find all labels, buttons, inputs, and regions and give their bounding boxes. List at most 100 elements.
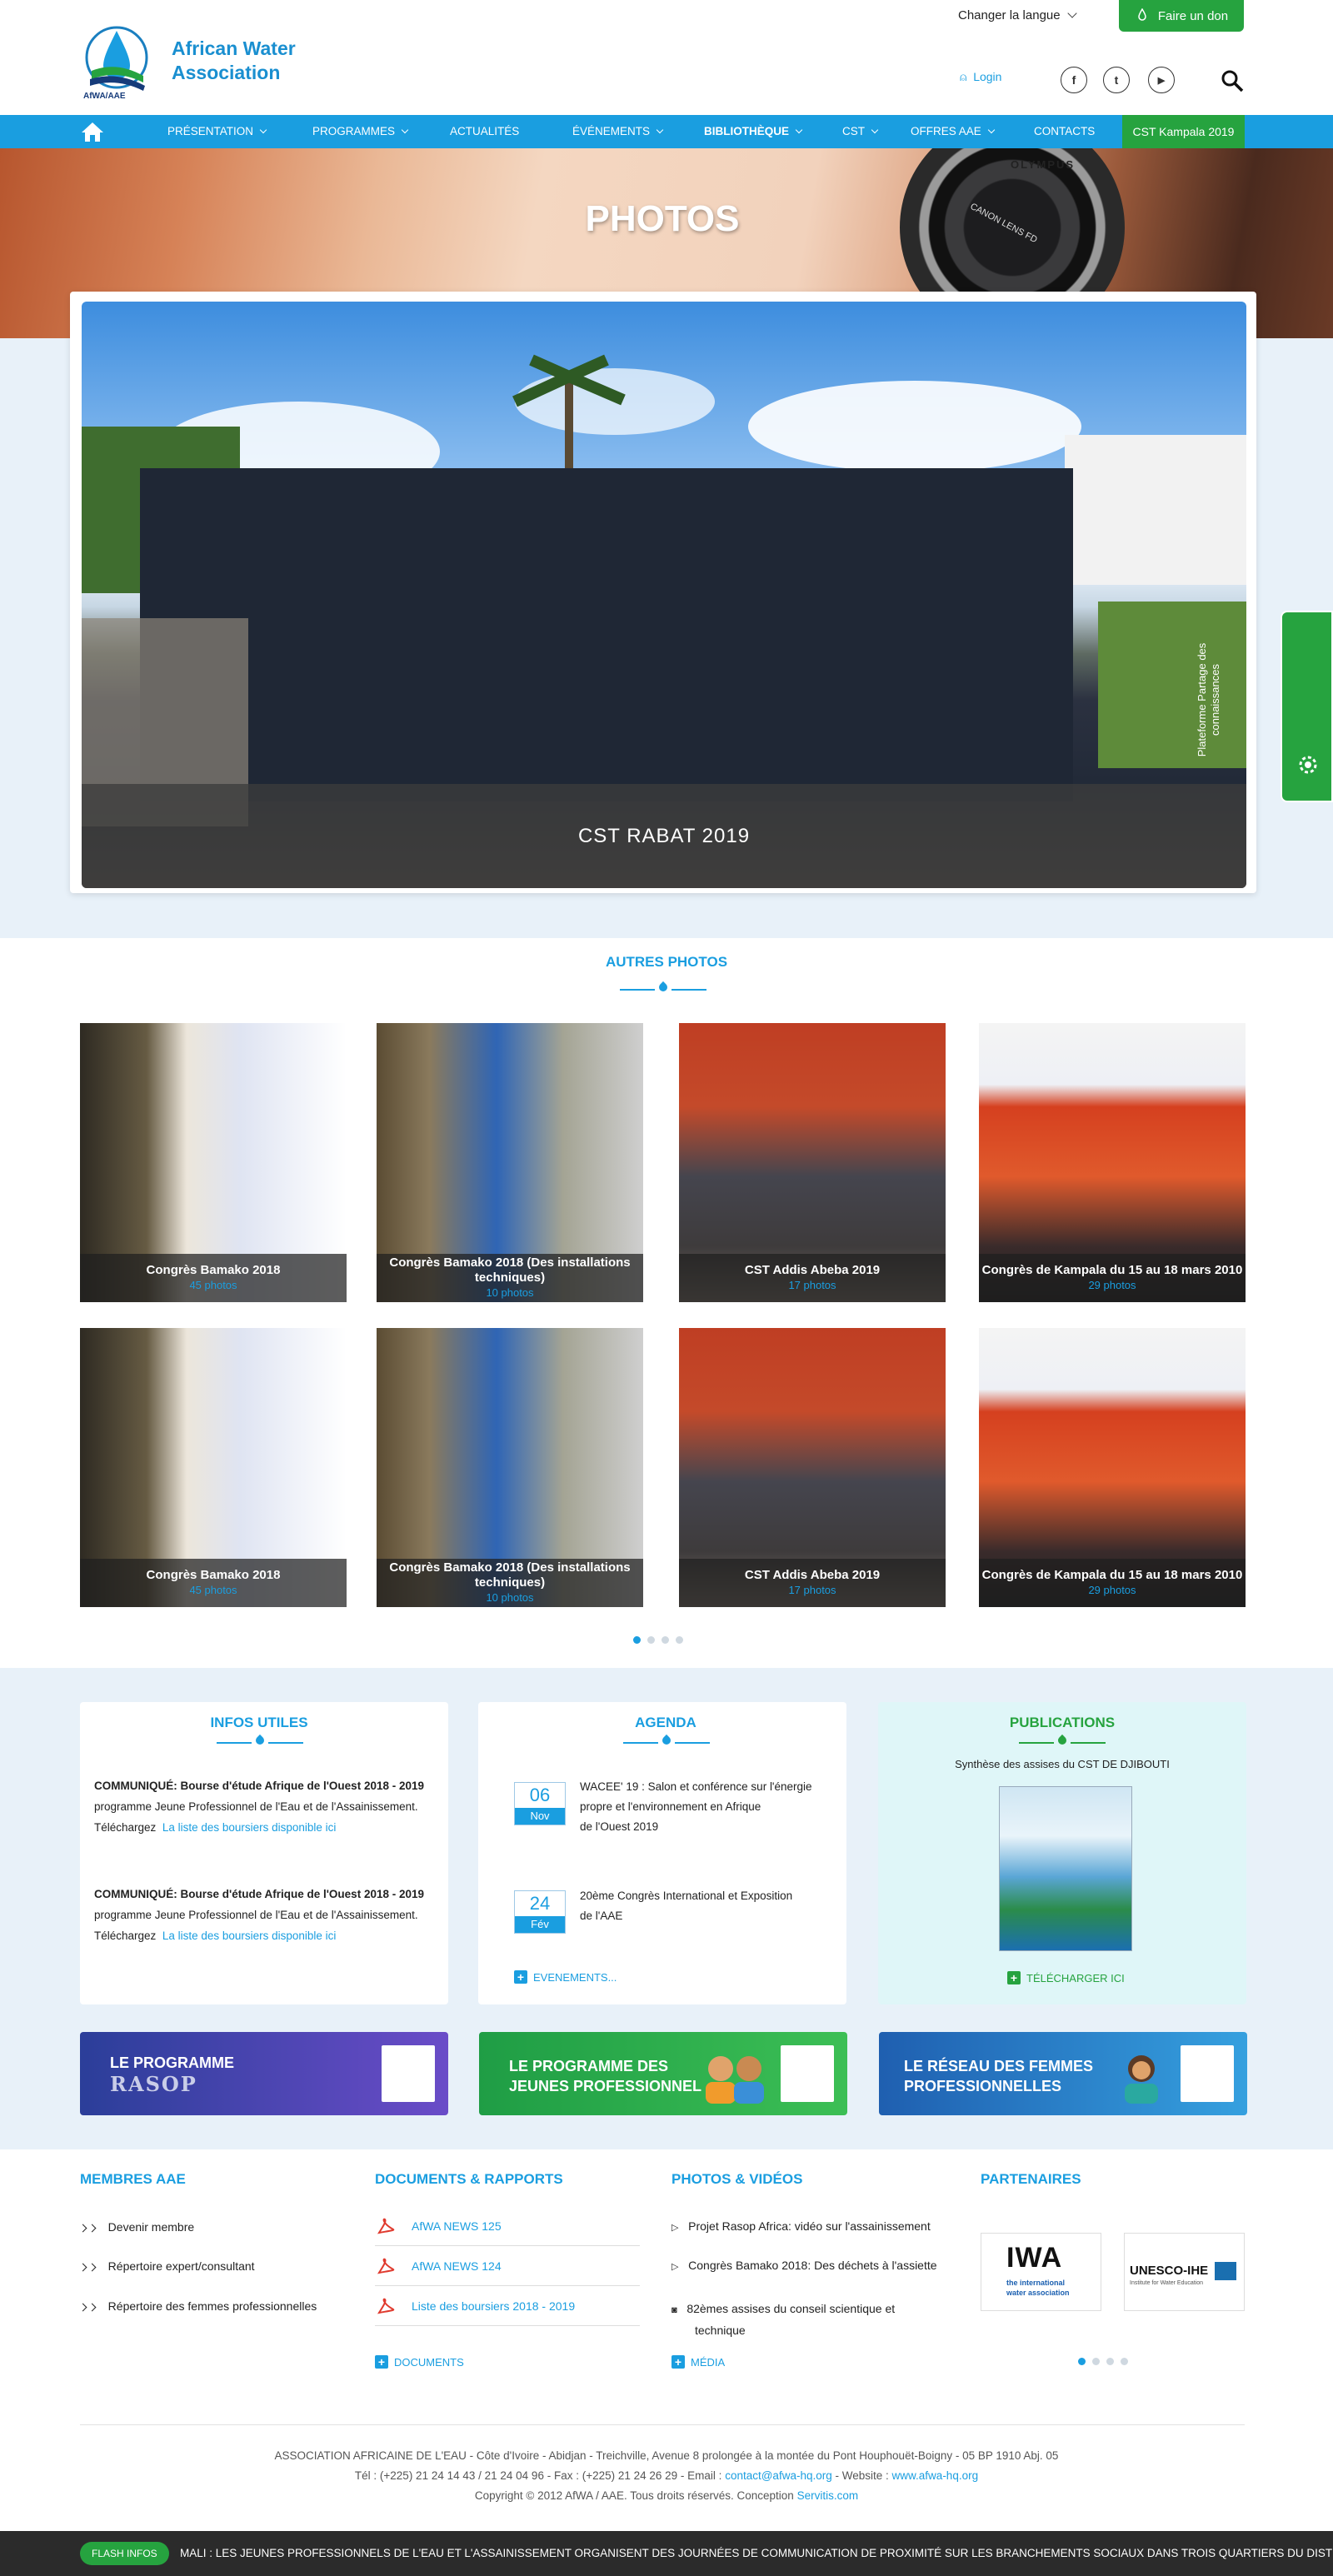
media-label: Projet Rasop Africa: vidéo sur l'assaini… <box>688 2219 931 2233</box>
media-link[interactable]: ◙ 82èmes assises du conseil scientique e… <box>671 2299 895 2340</box>
info-link[interactable]: La liste des boursiers disponible ici <box>162 1821 337 1834</box>
nav-item-cst-kampala[interactable]: CST Kampala 2019 <box>1122 115 1245 148</box>
media-link[interactable]: ▷ Projet Rasop Africa: vidéo sur l'assai… <box>671 2219 931 2233</box>
footer-link[interactable]: Répertoire des femmes professionnelles <box>78 2299 317 2313</box>
agenda-card <box>478 1702 846 2004</box>
media-more-link[interactable]: + MÉDIA <box>671 2355 725 2369</box>
twitter-glyph: t <box>1114 73 1119 87</box>
album-count: 45 photos <box>189 1279 237 1291</box>
nav-item-actualites[interactable]: Actualités <box>450 115 519 148</box>
pagination-dot[interactable] <box>647 1636 655 1644</box>
gallery-album[interactable]: Congrès de Kampala du 15 au 18 mars 2010… <box>979 1023 1246 1302</box>
gallery-album[interactable]: Congrès Bamako 2018 (Des installations t… <box>377 1023 643 1302</box>
footer-phone: Tél : (+225) 21 24 14 43 / 21 24 04 96 -… <box>354 2469 722 2482</box>
youtube-icon[interactable]: ▶ <box>1148 67 1175 93</box>
footer-website-link[interactable]: www.afwa-hq.org <box>892 2469 979 2482</box>
gallery-album[interactable]: Congrès Bamako 2018 (Des installations t… <box>377 1328 643 1607</box>
nav-label: Événements <box>572 125 651 137</box>
media-link[interactable]: ▷ Congrès Bamako 2018: Des déchets à l'a… <box>671 2259 937 2272</box>
site-name-line2: Association <box>172 62 281 83</box>
pagination-dot[interactable] <box>662 1636 669 1644</box>
footer-documents-title: DOCUMENTS & RAPPORTS <box>375 2171 563 2187</box>
pagination-dot[interactable] <box>1092 2358 1100 2365</box>
chevron-down-icon <box>871 126 879 134</box>
album-count: 10 photos <box>486 1286 534 1299</box>
site-name[interactable]: African Water Association <box>172 37 296 85</box>
album-title: CST Addis Abeba 2019 <box>744 1568 881 1582</box>
footer-email-link[interactable]: contact@afwa-hq.org <box>725 2469 832 2482</box>
woman-professional-icon <box>1125 2055 1158 2104</box>
document-link[interactable]: AfWA NEWS 124 <box>375 2246 640 2286</box>
donate-button[interactable]: Faire un don <box>1119 0 1244 32</box>
publication-cover-image[interactable] <box>999 1786 1132 1951</box>
documents-more-link[interactable]: + DOCUMENTS <box>375 2355 464 2369</box>
user-icon: ⍝ <box>960 70 967 83</box>
rasop-program-banner[interactable]: LE PROGRAMME RASOP <box>80 2032 448 2115</box>
publication-download-link[interactable]: + TÉLÉCHARGER ICI <box>1007 1971 1125 1984</box>
footer-link[interactable]: Répertoire expert/consultant <box>78 2259 255 2273</box>
footer-link[interactable]: Devenir membre <box>78 2220 194 2234</box>
nav-item-bibliotheque[interactable]: Bibliothèque <box>704 115 803 148</box>
agenda-day: 24 <box>529 1893 551 1914</box>
pagination-dot[interactable] <box>1121 2358 1128 2365</box>
nav-item-cst[interactable]: CST <box>842 115 879 148</box>
flash-info-ticker: FLASH INFOS MALI : LES JEUNES PROFESSION… <box>0 2531 1333 2576</box>
album-count: 10 photos <box>486 1591 534 1604</box>
events-more-link[interactable]: + EVENEMENTS... <box>514 1970 617 1984</box>
facebook-icon[interactable]: f <box>1061 67 1087 93</box>
knowledge-platform-tab[interactable]: Plateforme Partage des connaissances <box>1196 611 1333 802</box>
women-network-banner[interactable]: LE RÉSEAU DES FEMMES PROFESSIONNELLES <box>879 2032 1247 2115</box>
footer-media-title: PHOTOS & VIDÉOS <box>671 2171 803 2187</box>
nav-item-evenements[interactable]: Événements <box>572 115 664 148</box>
nav-item-presentation[interactable]: Présentation <box>167 115 267 148</box>
nav-item-offres[interactable]: Offres AAE <box>911 115 996 148</box>
plus-icon: + <box>514 1970 527 1984</box>
designer-link[interactable]: Servitis.com <box>797 2489 859 2502</box>
nav-item-programmes[interactable]: Programmes <box>312 115 409 148</box>
gallery-album[interactable]: CST Addis Abeba 2019 17 photos <box>679 1023 946 1302</box>
document-link[interactable]: Liste des boursiers 2018 - 2019 <box>375 2286 640 2326</box>
partner-unesco-logo[interactable]: UNESCO-IHE Institute for Water Education <box>1124 2233 1245 2311</box>
agenda-date: 06 Nov <box>514 1782 566 1825</box>
info-link[interactable]: La liste des boursiers disponible ici <box>162 1930 337 1942</box>
agenda-item[interactable]: WACEE' 19 : Salon et conférence sur l'én… <box>580 1777 846 1837</box>
agenda-item[interactable]: 20ème Congrès International et Expositio… <box>580 1886 846 1926</box>
nav-item-contacts[interactable]: Contacts <box>1034 115 1095 148</box>
unesco-logo-sub: Institute for Water Education <box>1130 2280 1204 2286</box>
media-label: Congrès Bamako 2018: Des déchets à l'ass… <box>688 2259 937 2272</box>
gallery-album[interactable]: CST Addis Abeba 2019 17 photos <box>679 1328 946 1607</box>
gallery-album[interactable]: Congrès Bamako 2018 45 photos <box>80 1328 347 1607</box>
gallery-album[interactable]: Congrès Bamako 2018 45 photos <box>80 1023 347 1302</box>
banner-line2: PROFESSIONNELLES <box>904 2078 1062 2094</box>
home-icon[interactable] <box>80 120 105 143</box>
search-icon[interactable] <box>1220 68 1245 93</box>
camera-icon: ◙ <box>671 2305 677 2315</box>
info-heading: COMMUNIQUÉ: Bourse d'étude Afrique de l'… <box>94 1888 425 1900</box>
pagination-dot[interactable] <box>676 1636 683 1644</box>
language-selector[interactable]: Changer la langue <box>958 8 1077 22</box>
young-professionals-banner[interactable]: LE PROGRAMME DES JEUNES PROFESSIONNEL <box>479 2032 847 2115</box>
twitter-icon[interactable]: t <box>1103 67 1130 93</box>
album-title: Congrès Bamako 2018 <box>146 1263 281 1277</box>
partner-iwa-logo[interactable]: IWA the international water association <box>981 2233 1101 2311</box>
gallery-title: AUTRES PHOTOS <box>605 954 728 970</box>
knowledge-platform-label: Plateforme Partage des connaissances <box>1196 642 1221 757</box>
document-link[interactable]: AfWA NEWS 125 <box>375 2206 640 2246</box>
gallery-album[interactable]: Congrès de Kampala du 15 au 18 mars 2010… <box>979 1328 1246 1607</box>
flash-info-message[interactable]: MALI : LES JEUNES PROFESSIONNELS DE L'EA… <box>180 2531 1333 2576</box>
publications-title: PUBLICATIONS <box>1009 1715 1116 1730</box>
download-label: TÉLÉCHARGER ICI <box>1026 1972 1125 1984</box>
nav-label: Contacts <box>1034 125 1096 137</box>
infos-title: INFOS UTILES <box>210 1715 308 1730</box>
pagination-dot[interactable] <box>1106 2358 1114 2365</box>
login-link[interactable]: ⍝ Login <box>960 70 1001 84</box>
chevron-down-icon <box>795 126 803 134</box>
chevron-right-icon <box>78 2263 87 2272</box>
language-label: Changer la langue <box>958 8 1061 22</box>
pagination-dot[interactable] <box>633 1636 641 1644</box>
pagination-dot[interactable] <box>1078 2358 1086 2365</box>
agenda-text: propre et l'environnement en Afrique <box>580 1800 761 1813</box>
album-title: Congrès Bamako 2018 (Des installations t… <box>389 1256 631 1285</box>
photo-slider[interactable]: CST RABAT 2019 <box>82 302 1246 888</box>
banner-line1: LE RÉSEAU DES FEMMES <box>904 2058 1094 2074</box>
